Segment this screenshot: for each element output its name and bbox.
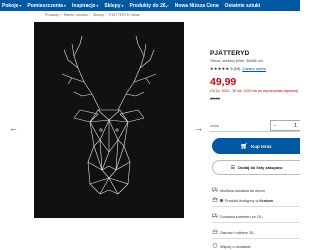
nav-label: Produkty do 26,- — [129, 2, 169, 9]
info-icon — [212, 243, 220, 250]
store-availability-info: Produkt dostępny w Krakow — [211, 197, 300, 204]
courier-delivery-info[interactable]: Dostawa kurierem za 15,- — [212, 213, 300, 220]
divider — [210, 131, 300, 132]
nav-item-produkty-do-26[interactable]: Produkty do 26,- — [130, 3, 169, 9]
breadcrumb-item[interactable]: Produkty — [45, 13, 59, 17]
store-icon — [211, 197, 220, 204]
chevron-down-icon: ▾ — [121, 3, 124, 8]
product-description: Obraz, srebrny jeleń, 56x56 cm — [210, 59, 263, 63]
courier-delivery-text: Dostawa kurierem za 15,- — [220, 214, 264, 219]
product-rating: ★★★★★ 5 (19) Zobacz opinie — [210, 66, 300, 71]
nav-label: Pomieszczenia — [27, 2, 63, 9]
product-info-panel: PJÄTTERYD Obraz, srebrny jeleń, 56x56 cm… — [210, 50, 300, 101]
add-to-shopping-list-button[interactable]: ☰ Dodaj do listy zakupów — [212, 160, 300, 175]
nav-item-inspiracje[interactable]: Inspiracje ▾ — [72, 3, 98, 9]
nav-label: Sklepy — [104, 2, 121, 9]
rating-value: 5 (19) — [230, 66, 241, 71]
nav-item-sklepy[interactable]: Sklepy ▾ — [104, 3, 123, 9]
in-stock-indicator — [220, 199, 223, 202]
next-image-arrow-icon[interactable]: → — [194, 124, 203, 133]
chevron-down-icon: ▾ — [19, 3, 22, 8]
product-image[interactable] — [34, 22, 184, 218]
divider — [212, 206, 300, 207]
divider — [212, 238, 300, 239]
nav-label: Pokoje — [2, 2, 19, 9]
breadcrumb-current: PJÄTTERYD Obraz — [108, 13, 140, 17]
nav-item-ostatnie-sztuki[interactable]: Ostatnie sztuki — [225, 3, 261, 9]
breadcrumb-separator: / — [89, 13, 91, 17]
store-name[interactable]: Krakow — [259, 199, 273, 203]
previous-image-arrow-icon[interactable]: ← — [9, 124, 18, 133]
buy-now-button[interactable]: 🛒︎ Kup teraz — [212, 138, 300, 154]
buy-now-label: Kup teraz — [251, 143, 272, 149]
nav-item-pomieszczenia[interactable]: Pomieszczenia ▾ — [27, 3, 66, 9]
nav-label: Nowa Niższa Cena — [174, 2, 219, 9]
breadcrumb: Produkty / Ramki i obrazki / Obrazy / PJÄTT… — [45, 13, 140, 17]
breadcrumb-separator: / — [105, 13, 107, 17]
promo-note: Od 1p, 2020 - 30 sie, 2020 lub do wyczer… — [210, 89, 299, 93]
click-collect-text: Zamów i odbierz 25,- — [220, 230, 256, 235]
more-delivery-info[interactable]: Więcej o dostawie — [212, 243, 300, 250]
divider — [212, 222, 300, 223]
quantity-value[interactable]: 1 — [294, 123, 297, 129]
quantity-stepper[interactable]: - 1 — [270, 120, 300, 131]
nav-item-pokoje[interactable]: Pokoje ▾ — [2, 3, 21, 9]
box-icon — [212, 229, 220, 236]
more-delivery-text: Więcej o dostawie — [220, 244, 251, 249]
deer-head-artwork — [61, 35, 157, 195]
list-icon: ☰ — [230, 164, 236, 171]
chevron-down-icon: ▾ — [64, 3, 67, 8]
product-name: PJÄTTERYD — [210, 50, 250, 57]
chevron-down-icon: ▾ — [96, 3, 99, 8]
cart-icon: 🛒︎ — [240, 143, 249, 150]
decrease-quantity-button[interactable]: - — [274, 123, 276, 129]
home-delivery-text: Możliwa dostawa do domu — [220, 188, 265, 193]
nav-label: Ostatnie sztuki — [224, 2, 261, 9]
top-nav: Pokoje ▾ Pomieszczenia ▾ Inspiracje ▾ Sklep… — [0, 0, 300, 11]
rating-stars-icon: ★★★★★ — [210, 66, 230, 71]
reviews-link[interactable]: Zobacz opinie — [242, 67, 266, 71]
breadcrumb-item[interactable]: Ramki i obrazki — [64, 13, 88, 17]
quantity-label: sztuk — [210, 123, 219, 128]
store-availability-prefix: Produkt dostępny w — [225, 198, 259, 203]
quantity-row: sztuk - 1 — [210, 120, 300, 132]
truck-icon — [212, 187, 220, 194]
breadcrumb-item[interactable]: Obrazy — [93, 13, 104, 17]
nav-label: Inspiracje — [72, 2, 96, 9]
product-price: 49,99 — [210, 76, 237, 88]
nav-item-nowa-nizsza-cena[interactable]: Nowa Niższa Cena — [175, 3, 219, 9]
click-collect-info[interactable]: Zamów i odbierz 25,- — [212, 229, 300, 236]
truck-icon — [212, 213, 220, 220]
old-price: 49,99 — [210, 96, 221, 102]
home-delivery-info: Możliwa dostawa do domu — [212, 187, 300, 194]
breadcrumb-separator: / — [60, 13, 62, 17]
add-to-list-label: Dodaj do listy zakupów — [238, 165, 283, 170]
